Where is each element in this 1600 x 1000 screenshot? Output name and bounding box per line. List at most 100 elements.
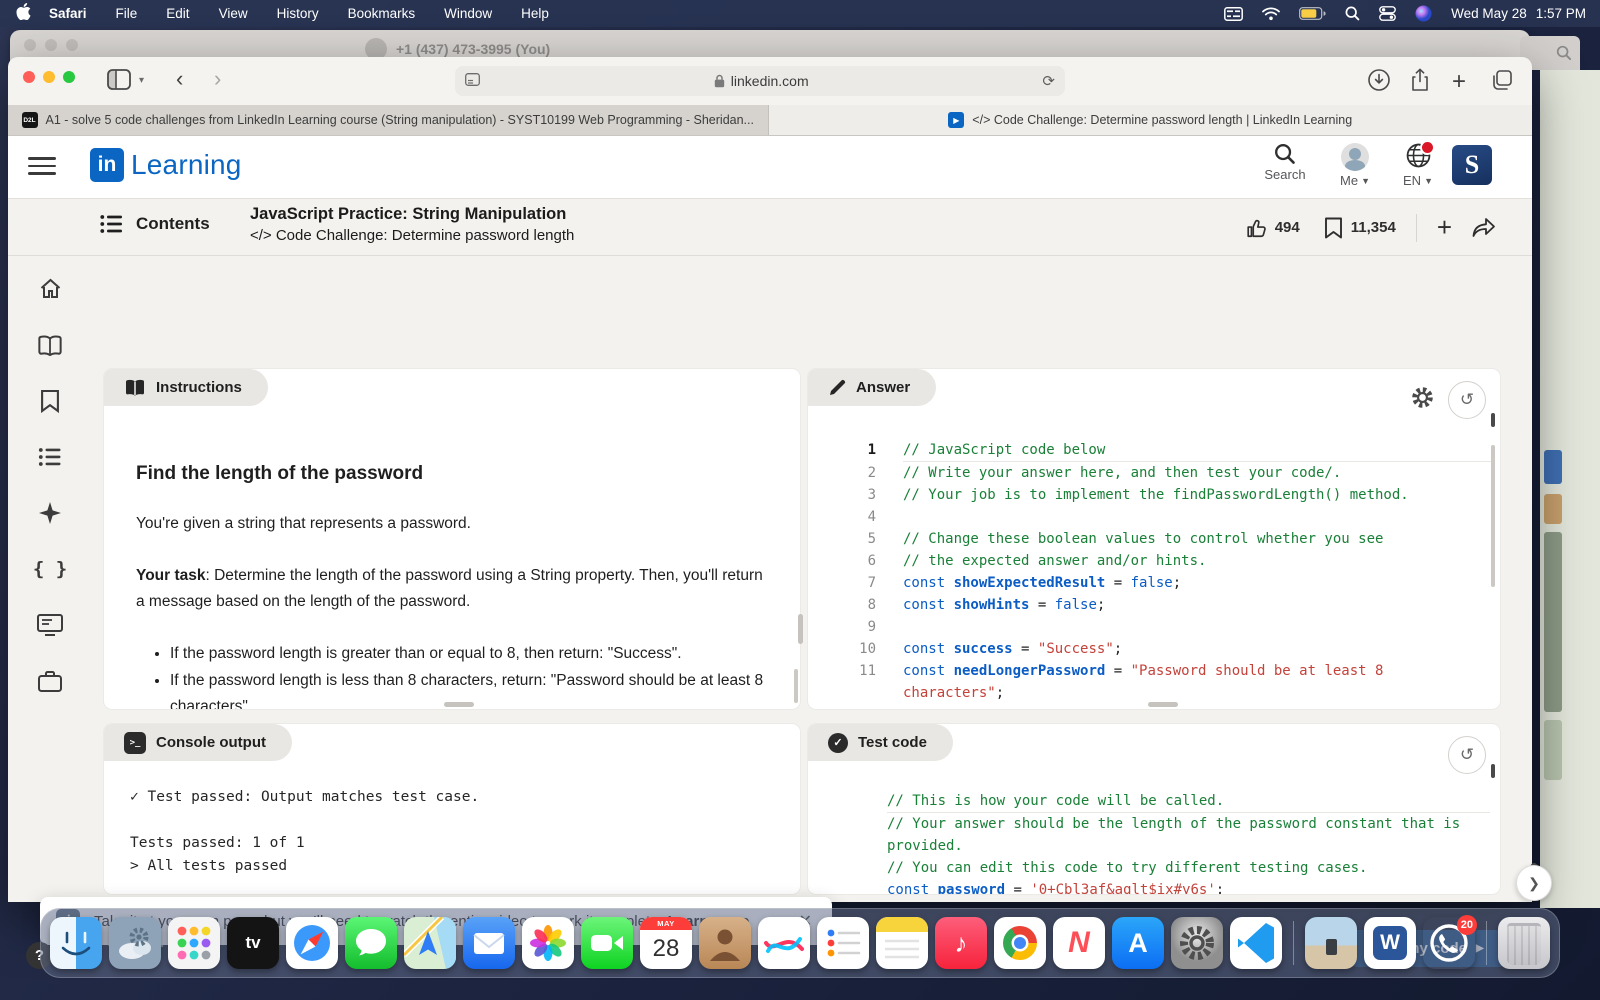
back-button[interactable]: ‹ (176, 66, 183, 92)
reload-icon[interactable]: ⟳ (1042, 72, 1055, 90)
spotlight-icon[interactable] (1345, 6, 1360, 21)
hamburger-menu-icon[interactable] (28, 152, 56, 180)
control-center-icon[interactable] (1379, 6, 1396, 21)
keyboard-icon[interactable] (1224, 7, 1243, 21)
code-line[interactable]: 9 (816, 616, 1492, 638)
reader-icon[interactable] (465, 73, 480, 89)
dock-music[interactable]: ♪ (935, 917, 987, 969)
sidebar-item-home[interactable] (37, 276, 63, 302)
downloads-icon[interactable] (1368, 69, 1390, 96)
code-line[interactable]: // You can edit this code to try differe… (860, 857, 1490, 879)
code-line[interactable]: 3// Your job is to implement the findPas… (816, 484, 1492, 506)
dock-news[interactable]: N (1053, 917, 1105, 969)
dock-chrome[interactable] (994, 917, 1046, 969)
menu-item-help[interactable]: Help (521, 6, 549, 21)
code-line[interactable]: // This is how your code will be called. (860, 790, 1490, 813)
sidebar-item-library[interactable] (37, 332, 63, 358)
menu-items[interactable]: Safari File Edit View History Bookmarks Window… (49, 6, 549, 21)
apple-menu-icon[interactable] (16, 3, 31, 24)
code-line[interactable]: // Your answer should be the length of t… (860, 813, 1490, 857)
like-icon[interactable] (1245, 217, 1267, 239)
dock-freeform[interactable] (758, 917, 810, 969)
code-line[interactable]: 4 (816, 506, 1492, 528)
answer-scrollbar[interactable] (1491, 445, 1495, 587)
sidebar-item-code-practice[interactable]: { } (37, 556, 63, 582)
code-line[interactable]: 2// Write your answer here, and then tes… (816, 462, 1492, 484)
tab-linkedin-learning[interactable]: ▶ </> Code Challenge: Determine password… (769, 105, 1533, 135)
test-code-scrollbar-top[interactable] (1491, 764, 1495, 778)
sidebar-item-my-content[interactable] (37, 388, 63, 414)
dock-preview-document[interactable] (1305, 917, 1357, 969)
code-line[interactable]: 10const success = "Success"; (816, 638, 1492, 660)
menu-item-safari[interactable]: Safari (49, 6, 87, 21)
dock-launchpad[interactable] (168, 917, 220, 969)
dock-finder[interactable] (50, 917, 102, 969)
menu-clock[interactable]: Wed May 281:57 PM (1451, 6, 1586, 21)
share-icon[interactable] (1410, 68, 1430, 97)
sidebar-item-ai-coach[interactable] (37, 500, 63, 526)
code-line[interactable]: 8const showHints = false; (816, 594, 1492, 616)
code-line[interactable]: 7const showExpectedResult = false; (816, 572, 1492, 594)
tab-d2l-assignment[interactable]: D2L A1 - solve 5 code challenges from Li… (8, 105, 769, 135)
sidebar-item-jobs[interactable] (37, 668, 63, 694)
dock-messages[interactable] (345, 917, 397, 969)
dock-app-store[interactable]: A (1112, 917, 1164, 969)
code-line[interactable]: 6// the expected answer and/or hints. (816, 550, 1492, 572)
settings-gear-icon[interactable] (1411, 386, 1434, 414)
tab-answer[interactable]: Answer (808, 369, 936, 406)
linkedin-learning-logo[interactable]: in Learning (90, 148, 242, 182)
dock-system-data[interactable] (109, 917, 161, 969)
zoom-window-button[interactable] (63, 71, 75, 83)
contents-button[interactable]: Contents (100, 214, 210, 234)
dock-vscode[interactable] (1230, 917, 1282, 969)
sidebar-item-playlists[interactable] (37, 444, 63, 470)
bookmark-icon[interactable] (1324, 217, 1343, 239)
right-row-resize-handle[interactable] (1148, 702, 1178, 707)
tab-test-code[interactable]: ✓ Test code (808, 724, 953, 761)
sidebar-chevron-icon[interactable]: ▾ (139, 75, 144, 86)
answer-code-editor[interactable]: 1// JavaScript code below2// Write your … (816, 439, 1492, 704)
menu-item-edit[interactable]: Edit (166, 6, 189, 21)
menu-item-window[interactable]: Window (444, 6, 492, 21)
dock-system-settings[interactable] (1171, 917, 1223, 969)
code-line[interactable]: 1// JavaScript code below (816, 439, 1492, 462)
dock-contacts[interactable] (699, 917, 751, 969)
scroll-down-button[interactable]: ❯ (1516, 865, 1552, 901)
tab-console-output[interactable]: >_ Console output (104, 724, 292, 761)
address-bar[interactable]: linkedin.com ⟳ (455, 66, 1065, 96)
dock-safari[interactable] (286, 917, 338, 969)
menu-status-area[interactable]: Wed May 281:57 PM (1224, 5, 1600, 22)
forward-button[interactable]: › (214, 66, 221, 92)
dock-calendar[interactable]: MAY28 (640, 917, 692, 969)
nav-me-menu[interactable]: Me▼ (1323, 143, 1387, 188)
dock-trash[interactable] (1498, 917, 1550, 969)
menu-item-file[interactable]: File (116, 6, 138, 21)
wifi-icon[interactable] (1262, 7, 1280, 21)
menu-item-view[interactable]: View (219, 6, 248, 21)
tab-instructions[interactable]: Instructions (104, 369, 268, 406)
dock-facetime[interactable] (581, 917, 633, 969)
share-forward-icon[interactable] (1472, 218, 1496, 238)
dock-word[interactable]: W (1364, 917, 1416, 969)
battery-icon[interactable] (1299, 7, 1326, 20)
sheridan-logo[interactable]: S (1452, 145, 1492, 185)
close-window-button[interactable] (23, 71, 35, 83)
test-code-editor[interactable]: // This is how your code will be called.… (860, 790, 1490, 894)
menu-item-history[interactable]: History (277, 6, 319, 21)
nav-language-menu[interactable]: EN▼ (1386, 143, 1450, 188)
column-resize-handle[interactable] (798, 614, 803, 644)
nav-search[interactable]: Search (1253, 143, 1317, 182)
dock-photos[interactable] (522, 917, 574, 969)
minimize-window-button[interactable] (43, 71, 55, 83)
reset-test-code-button[interactable]: ↺ (1448, 736, 1486, 774)
instructions-scrollbar[interactable] (794, 669, 798, 703)
siri-icon[interactable] (1415, 5, 1432, 22)
menu-item-bookmarks[interactable]: Bookmarks (348, 6, 416, 21)
dock-maps[interactable] (404, 917, 456, 969)
dock-apple-tv[interactable]: tv (227, 917, 279, 969)
code-line[interactable]: 5// Change these boolean values to contr… (816, 528, 1492, 550)
sidebar-item-certifications[interactable] (37, 612, 63, 638)
add-icon[interactable]: + (1437, 212, 1452, 243)
code-line[interactable]: const password = '0+Cbl3af&aqlt$ix#y6s'; (860, 879, 1490, 894)
new-tab-icon[interactable]: + (1452, 68, 1466, 96)
